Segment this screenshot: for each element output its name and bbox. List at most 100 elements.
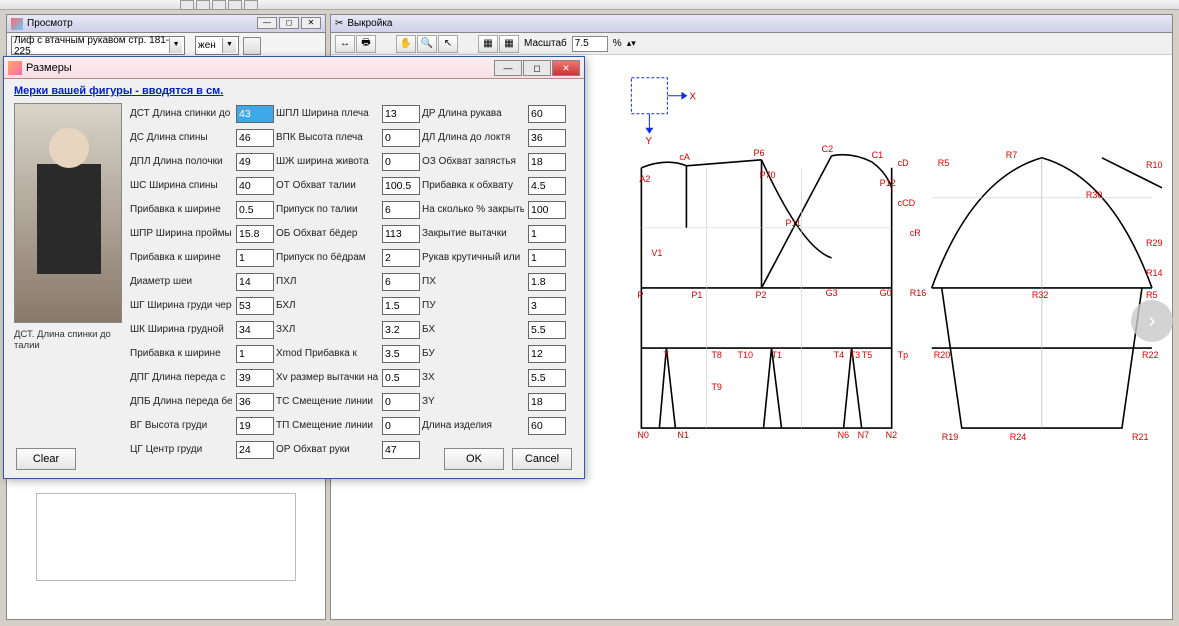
measure-input[interactable]: [528, 417, 566, 435]
measure-input[interactable]: [382, 273, 420, 291]
measure-label: БХ: [422, 324, 524, 335]
scale-suffix: %: [613, 38, 622, 49]
measure-input[interactable]: [528, 345, 566, 363]
svg-text:P70: P70: [760, 170, 776, 180]
measure-input[interactable]: [236, 273, 274, 291]
dialog-min-button[interactable]: —: [494, 60, 522, 76]
measure-input[interactable]: [236, 225, 274, 243]
measure-input[interactable]: [236, 417, 274, 435]
go-button[interactable]: [243, 37, 261, 55]
measure-label: ДР Длина рукава: [422, 108, 524, 119]
svg-text:P2: P2: [756, 290, 767, 300]
measure-label: Длина изделия: [422, 420, 524, 431]
svg-text:T: T: [663, 350, 669, 360]
measure-input[interactable]: [528, 297, 566, 315]
measure-input[interactable]: [236, 321, 274, 339]
measure-label: ВГ Высота груди: [130, 420, 232, 431]
model-select[interactable]: Лиф с втачным рукавом стр. 181-225 ▼: [11, 36, 185, 55]
measure-input[interactable]: [236, 369, 274, 387]
panel-max-icon[interactable]: ◻: [279, 17, 299, 29]
cancel-button[interactable]: Cancel: [512, 448, 572, 470]
toolbar-button[interactable]: [196, 0, 210, 10]
svg-text:T1: T1: [772, 350, 783, 360]
svg-text:R14: R14: [1146, 268, 1163, 278]
measure-input[interactable]: [528, 201, 566, 219]
measure-input[interactable]: [382, 297, 420, 315]
measure-input[interactable]: [528, 273, 566, 291]
measure-row: ВГ Высота груди: [130, 415, 274, 436]
measure-input[interactable]: [382, 129, 420, 147]
measure-input[interactable]: [382, 153, 420, 171]
measure-input[interactable]: [382, 417, 420, 435]
toolbar-button[interactable]: [228, 0, 242, 10]
next-arrow-button[interactable]: ›: [1131, 300, 1173, 342]
measure-row: ДСТ Длина спинки до: [130, 103, 274, 124]
gender-select[interactable]: жен ▼: [195, 36, 239, 55]
measure-input[interactable]: [236, 249, 274, 267]
measure-input[interactable]: [236, 129, 274, 147]
measure-input[interactable]: [236, 177, 274, 195]
tool-zoom-icon[interactable]: 🔍: [417, 35, 437, 53]
svg-text:cR: cR: [910, 228, 922, 238]
tool-lr-icon[interactable]: ↔: [335, 35, 355, 53]
measure-label: ШЖ ширина живота: [276, 156, 378, 167]
ok-button[interactable]: OK: [444, 448, 504, 470]
measure-input[interactable]: [236, 105, 274, 123]
gender-select-value: жен: [198, 40, 216, 51]
scale-input[interactable]: [572, 36, 608, 52]
tool-grid-icon[interactable]: ▦: [478, 35, 498, 53]
measure-label: Прибавка к ширине: [130, 204, 232, 215]
measure-input[interactable]: [528, 225, 566, 243]
measure-label: ПХЛ: [276, 276, 378, 287]
scale-spinner-icon[interactable]: ▴▾: [627, 38, 636, 49]
svg-text:P11: P11: [786, 218, 801, 228]
toolbar-button[interactable]: [212, 0, 226, 10]
measure-input[interactable]: [382, 225, 420, 243]
toolbar-button[interactable]: [180, 0, 194, 10]
measure-input[interactable]: [382, 249, 420, 267]
measure-input[interactable]: [528, 249, 566, 267]
svg-text:R21: R21: [1132, 432, 1149, 442]
measure-row: Диаметр шеи: [130, 271, 274, 292]
tool-pointer-icon[interactable]: ↖: [438, 35, 458, 53]
tool-print-icon[interactable]: 🖶: [356, 35, 376, 53]
measure-input[interactable]: [528, 129, 566, 147]
measure-input[interactable]: [382, 345, 420, 363]
measure-input[interactable]: [236, 441, 274, 459]
tool-hand-icon[interactable]: ✋: [396, 35, 416, 53]
measure-label: ШПЛ Ширина плеча: [276, 108, 378, 119]
svg-text:P6: P6: [754, 148, 765, 158]
measure-input[interactable]: [236, 201, 274, 219]
measure-row: ЗХЛ: [276, 319, 420, 340]
svg-text:N1: N1: [677, 430, 689, 440]
measure-input[interactable]: [528, 321, 566, 339]
preview-page-thumb[interactable]: [36, 493, 296, 581]
measure-input[interactable]: [382, 369, 420, 387]
panel-close-icon[interactable]: ✕: [301, 17, 321, 29]
measure-input[interactable]: [236, 393, 274, 411]
measure-input[interactable]: [528, 153, 566, 171]
measure-input[interactable]: [236, 345, 274, 363]
measure-input[interactable]: [528, 393, 566, 411]
measure-input[interactable]: [236, 153, 274, 171]
measure-input[interactable]: [528, 105, 566, 123]
measure-input[interactable]: [382, 441, 420, 459]
toolbar-button[interactable]: [244, 0, 258, 10]
tool-grid2-icon[interactable]: ▦: [499, 35, 519, 53]
measure-input[interactable]: [236, 297, 274, 315]
measure-input[interactable]: [382, 393, 420, 411]
panel-min-icon[interactable]: —: [257, 17, 277, 29]
help-link[interactable]: Мерки вашей фигуры - вводятся в см.: [14, 85, 574, 97]
measure-input[interactable]: [382, 105, 420, 123]
measure-input[interactable]: [528, 369, 566, 387]
chevron-down-icon: ▼: [169, 38, 182, 53]
dialog-close-button[interactable]: ✕: [552, 60, 580, 76]
measure-input[interactable]: [528, 177, 566, 195]
measure-row: Прибавка к ширине: [130, 199, 274, 220]
dialog-max-button[interactable]: ◻: [523, 60, 551, 76]
clear-button[interactable]: Clear: [16, 448, 76, 470]
measure-input[interactable]: [382, 321, 420, 339]
measure-input[interactable]: [382, 201, 420, 219]
measure-label: Припуск по бёдрам: [276, 252, 378, 263]
measure-input[interactable]: [382, 177, 420, 195]
